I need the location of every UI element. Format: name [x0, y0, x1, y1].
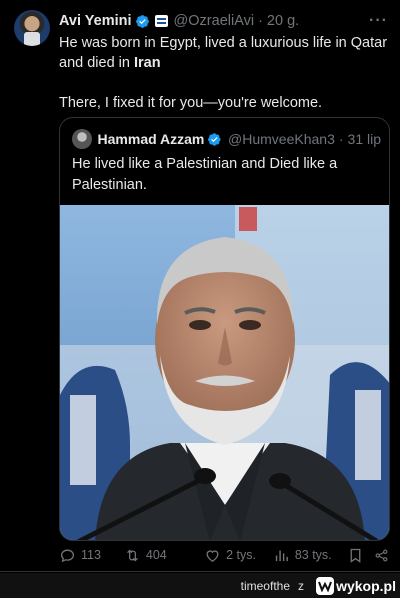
- quoted-text-line: Palestinian.: [72, 177, 147, 193]
- watermark-username: timeofthe: [240, 579, 290, 593]
- author-handle[interactable]: @OzraeliAvi: [174, 13, 255, 29]
- views-icon: [275, 550, 288, 561]
- quoted-tweet-header: Hammad Azzam @HumveeKhan3 · 31 lip: [72, 129, 381, 149]
- wykop-logo-text: wykop.pl: [336, 577, 396, 594]
- tweet-actions-bar: 113 404 2 tys. 83 tys.: [59, 546, 394, 564]
- like-button[interactable]: 2 tys.: [204, 547, 273, 564]
- header-separator: ·: [258, 13, 263, 29]
- quoted-author-handle: @HumveeKhan3: [228, 131, 335, 147]
- watermark-via: z: [298, 579, 304, 593]
- verified-badge-icon: [135, 14, 149, 28]
- affiliation-badge-icon: [154, 15, 168, 27]
- quoted-text-line: He lived like a Palestinian and Died lik…: [72, 156, 338, 172]
- author-name[interactable]: Avi Yemini: [59, 13, 132, 29]
- more-options-icon[interactable]: ···: [369, 12, 388, 30]
- repost-count: 404: [145, 548, 167, 562]
- quoted-author-name: Hammad Azzam: [97, 131, 205, 147]
- author-avatar[interactable]: [14, 10, 50, 46]
- tweet-text: He was born in Egypt, lived a luxurious …: [59, 33, 389, 113]
- quoted-tweet-photo[interactable]: [60, 205, 389, 540]
- reply-button[interactable]: 113: [59, 547, 124, 564]
- tweet-text-fragment: and died in: [59, 55, 134, 71]
- heart-icon: [206, 549, 219, 562]
- share-icon: [375, 549, 388, 561]
- like-count: 2 tys.: [226, 548, 256, 562]
- reply-count: 113: [81, 548, 101, 562]
- watermark-bar: timeofthe z wykop.pl: [0, 573, 400, 598]
- tweet-text-line: He was born in Egypt, lived a luxurious …: [59, 35, 388, 51]
- repost-button[interactable]: 404: [124, 547, 204, 564]
- wykop-logo-icon: [316, 576, 335, 595]
- wykop-logo: wykop.pl: [316, 576, 396, 595]
- tweet-text-bold: Iran: [133, 55, 161, 71]
- quoted-tweet-text: He lived like a Palestinian and Died lik…: [72, 154, 377, 196]
- quoted-author-avatar: [72, 129, 92, 149]
- repost-icon: [126, 549, 138, 561]
- header-separator: ·: [338, 131, 344, 147]
- tweet-text-line: There, I fixed it for you—you're welcome…: [59, 95, 323, 111]
- tweet-time[interactable]: 20 g.: [267, 13, 299, 29]
- views-button[interactable]: 83 tys.: [273, 547, 347, 564]
- views-count: 83 tys.: [294, 548, 332, 562]
- tweet-text-line: and died in Iran: [59, 53, 389, 73]
- share-button[interactable]: [374, 547, 394, 564]
- reply-icon: [60, 549, 75, 562]
- bookmark-button[interactable]: [347, 547, 374, 564]
- quoted-tweet[interactable]: Hammad Azzam @HumveeKhan3 · 31 lip He li…: [59, 117, 390, 541]
- verified-badge-icon: [208, 132, 221, 146]
- tweet-header: Avi Yemini @OzraeliAvi · 20 g. ···: [59, 12, 390, 30]
- bookmark-icon: [350, 548, 361, 563]
- quoted-tweet-time: 31 lip: [347, 131, 381, 147]
- tweet[interactable]: Avi Yemini @OzraeliAvi · 20 g. ··· He wa…: [0, 0, 400, 572]
- portrait-photo-illustration: [60, 205, 389, 540]
